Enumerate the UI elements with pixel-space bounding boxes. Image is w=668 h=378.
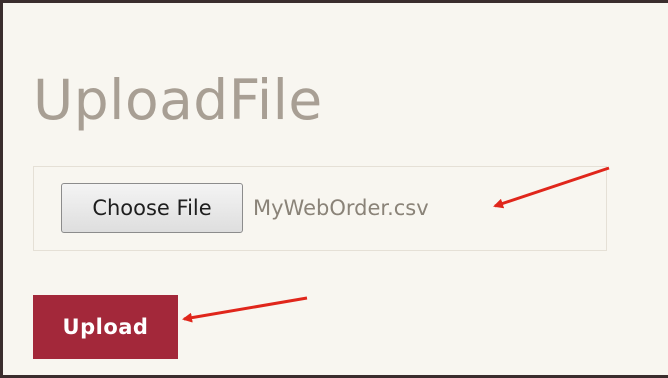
upload-page: UploadFile Choose File MyWebOrder.csv Up… [0,0,668,378]
arrow-to-upload-button [182,296,308,323]
upload-button[interactable]: Upload [33,295,178,359]
page-title: UploadFile [33,68,323,132]
choose-file-button[interactable]: Choose File [61,183,243,233]
selected-file-name: MyWebOrder.csv [253,196,429,220]
file-input-panel: Choose File MyWebOrder.csv [33,166,607,251]
